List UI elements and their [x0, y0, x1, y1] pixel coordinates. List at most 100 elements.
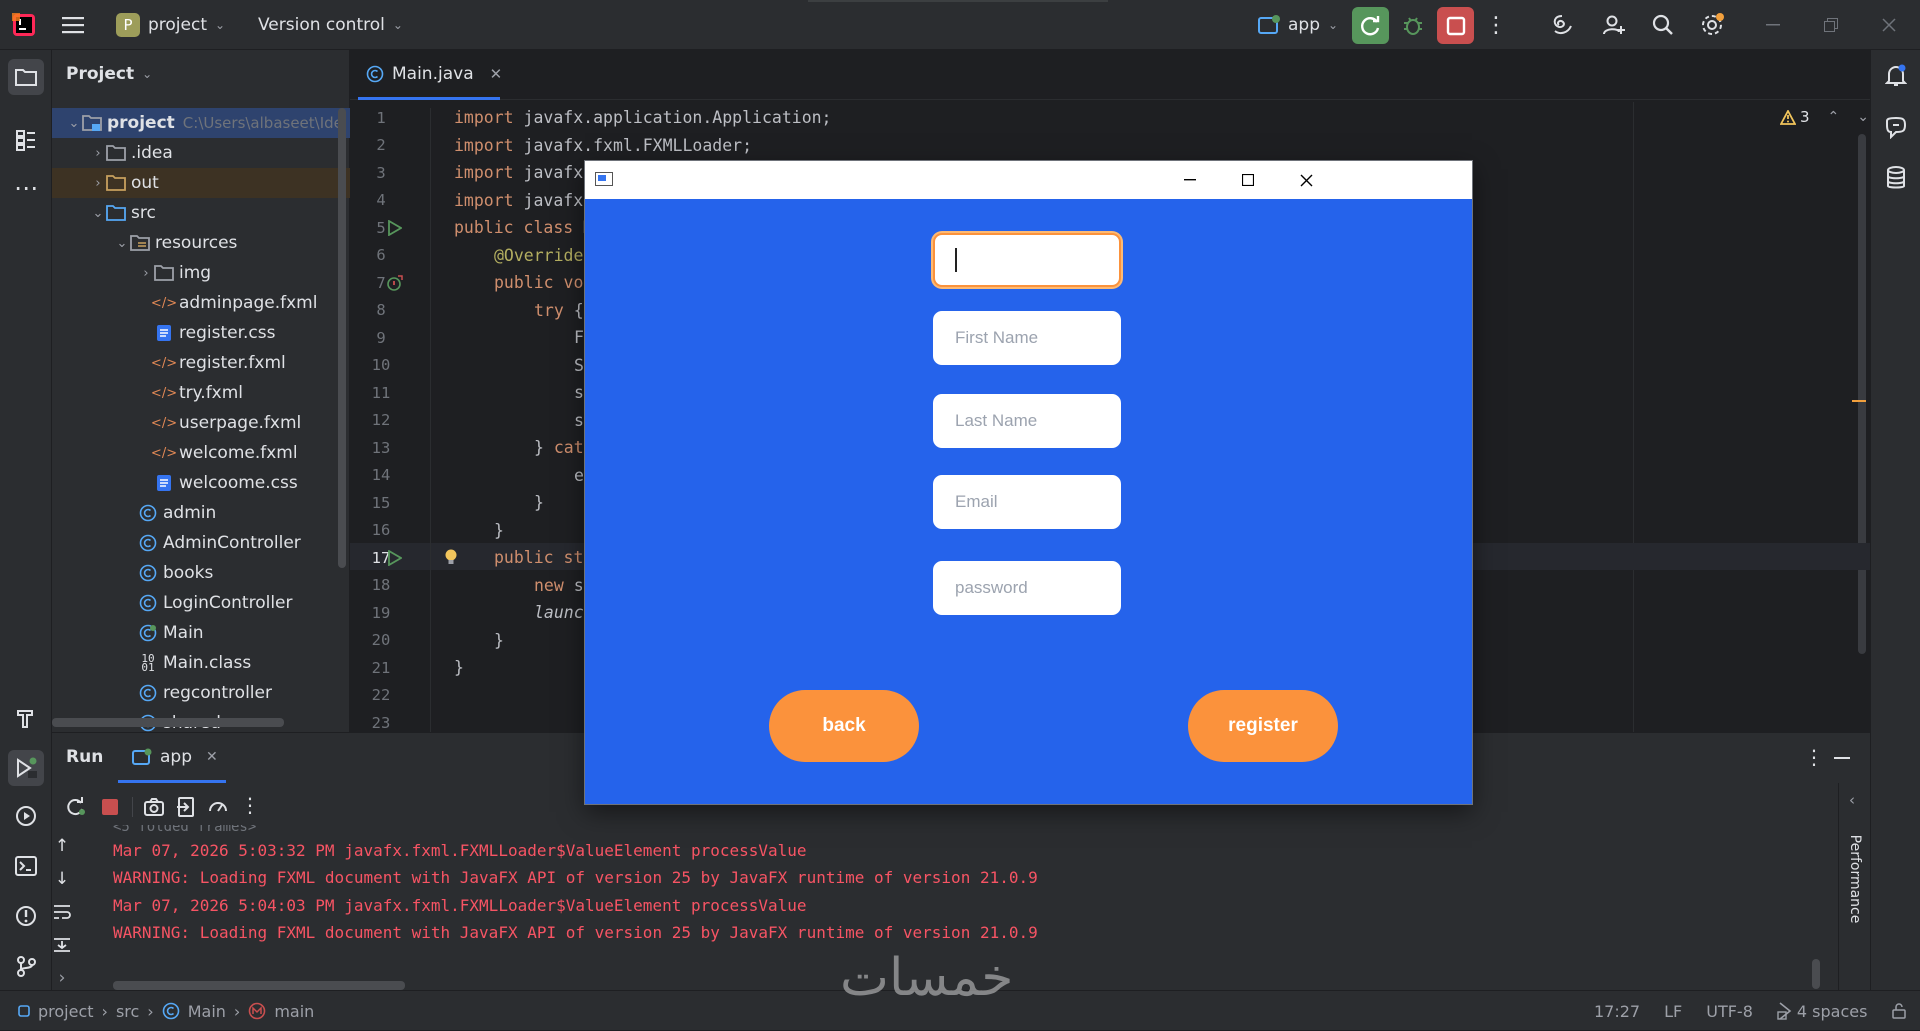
- fx-maximize-icon[interactable]: [1237, 169, 1259, 191]
- version-control-menu[interactable]: Version control ⌄: [258, 12, 403, 38]
- project-folder-icon[interactable]: [8, 59, 44, 95]
- fx-minimize-icon[interactable]: [1179, 169, 1201, 191]
- main-menu-icon[interactable]: [60, 12, 86, 38]
- read-only-lock-icon[interactable]: [1891, 1003, 1907, 1019]
- tree-item-welcome-fxml[interactable]: </> welcome.fxml: [52, 438, 350, 468]
- folded-frames-line[interactable]: <5 folded frames>: [113, 825, 256, 835]
- tree-item-books[interactable]: books: [52, 558, 350, 588]
- git-branch-icon[interactable]: [12, 952, 40, 980]
- console-horizontal-scrollbar[interactable]: [113, 981, 405, 990]
- tree-item-src[interactable]: ⌄ src: [52, 198, 350, 228]
- tree-item-try-fxml[interactable]: </> try.fxml: [52, 378, 350, 408]
- tree-item-resources[interactable]: ⌄ resources: [52, 228, 350, 258]
- folder-icon: [82, 113, 102, 133]
- tree-item-regcontroller[interactable]: regcontroller: [52, 678, 350, 708]
- run-config-name: app: [1288, 15, 1320, 35]
- run-panel-hide-icon[interactable]: [1834, 757, 1850, 759]
- register-button[interactable]: register: [1188, 690, 1338, 762]
- tree-item-userpage-fxml[interactable]: </> userpage.fxml: [52, 408, 350, 438]
- tree-item-idea[interactable]: › . idea: [52, 138, 350, 168]
- fx-window-titlebar[interactable]: [585, 161, 1472, 199]
- caret-position[interactable]: 17:27: [1594, 1002, 1640, 1021]
- breadcrumb-item[interactable]: project: [38, 1002, 94, 1021]
- tree-item-register-css[interactable]: register.css: [52, 318, 350, 348]
- chevron-right-icon[interactable]: ›: [52, 967, 72, 989]
- problems-icon[interactable]: [12, 902, 40, 930]
- run-panel-options-icon[interactable]: ⋮: [1804, 745, 1824, 769]
- add-user-icon[interactable]: [1600, 11, 1628, 39]
- more-tools-icon[interactable]: ⋯: [12, 174, 40, 202]
- email-input[interactable]: Email: [933, 475, 1121, 529]
- file-encoding[interactable]: UTF-8: [1706, 1002, 1753, 1021]
- tree-item-img[interactable]: › img: [52, 258, 350, 288]
- services-icon[interactable]: [12, 802, 40, 830]
- tree-item-label: src: [131, 203, 156, 223]
- stop-button[interactable]: [1437, 7, 1474, 44]
- username-input[interactable]: [933, 233, 1121, 287]
- more-run-actions-icon[interactable]: ⋮: [240, 793, 260, 817]
- window-restore-icon[interactable]: [1820, 14, 1842, 36]
- tree-horizontal-scrollbar[interactable]: [52, 718, 284, 727]
- lightbulb-icon[interactable]: [442, 547, 460, 567]
- tree-item-main-class[interactable]: 10 01 Main.class: [52, 648, 350, 678]
- notifications-bell-icon[interactable]: [1882, 62, 1910, 90]
- intellij-logo-icon[interactable]: [12, 13, 36, 37]
- settings-gear-icon[interactable]: [1698, 11, 1726, 39]
- tree-root-project[interactable]: ⌄ project C:\Users\albaseet\Ide: [52, 108, 350, 138]
- tree-item-admincontroller[interactable]: AdminController: [52, 528, 350, 558]
- build-hammer-icon[interactable]: [12, 704, 40, 732]
- fx-close-icon[interactable]: [1295, 169, 1317, 191]
- performance-side-tab[interactable]: ‹ Performance: [1838, 783, 1870, 991]
- run-tool-icon[interactable]: [8, 750, 44, 786]
- first-name-input[interactable]: First Name: [933, 311, 1121, 365]
- ai-chat-icon[interactable]: [1882, 114, 1910, 142]
- stop-icon[interactable]: [98, 795, 122, 819]
- override-gutter-icon[interactable]: [386, 274, 404, 292]
- tree-item-main[interactable]: Main: [52, 618, 350, 648]
- rerun-icon[interactable]: [64, 795, 88, 819]
- breadcrumb-item[interactable]: Main: [188, 1002, 226, 1021]
- tree-item-register-fxml[interactable]: </> register.fxml: [52, 348, 350, 378]
- scroll-to-end-icon[interactable]: [52, 934, 72, 956]
- run-tab-close-icon[interactable]: ✕: [206, 749, 218, 765]
- line-separator[interactable]: LF: [1664, 1002, 1682, 1021]
- tree-item-adminpage-fxml[interactable]: </> adminpage.fxml: [52, 288, 350, 318]
- scroll-down-arrow-icon[interactable]: ↓: [52, 868, 72, 890]
- console-vertical-scrollbar[interactable]: [1812, 959, 1820, 989]
- camera-icon[interactable]: [142, 795, 166, 819]
- debug-icon[interactable]: [1399, 11, 1427, 39]
- indent-widget[interactable]: 4 spaces: [1777, 1001, 1868, 1021]
- tree-item-welcoome-css[interactable]: welcoome.css: [52, 468, 350, 498]
- chevron-right-icon: ›: [101, 1001, 108, 1021]
- profiler-icon[interactable]: [206, 795, 230, 819]
- soft-wrap-icon[interactable]: [52, 901, 72, 923]
- indent-label: 4 spaces: [1796, 1001, 1868, 1021]
- last-name-input[interactable]: Last Name: [933, 394, 1121, 448]
- rerun-button[interactable]: [1352, 7, 1389, 44]
- tree-vertical-scrollbar[interactable]: [338, 108, 346, 568]
- tree-item-admin[interactable]: admin: [52, 498, 350, 528]
- terminal-icon[interactable]: [12, 852, 40, 880]
- tree-item-logincontroller[interactable]: LoginController: [52, 588, 350, 618]
- breadcrumb-item[interactable]: main: [274, 1002, 314, 1021]
- exit-icon[interactable]: [174, 795, 198, 819]
- tree-item-out[interactable]: › out: [52, 168, 350, 198]
- breadcrumb-item[interactable]: src: [116, 1002, 139, 1021]
- run-config-selector[interactable]: app ⌄: [1258, 12, 1338, 38]
- run-tab-app[interactable]: app ✕: [118, 733, 226, 783]
- structure-icon[interactable]: [12, 126, 40, 154]
- back-button[interactable]: back: [769, 690, 919, 762]
- ai-assistant-icon[interactable]: [1548, 11, 1576, 39]
- database-icon[interactable]: [1882, 164, 1910, 192]
- password-input[interactable]: password: [933, 561, 1121, 615]
- run-gutter-icon[interactable]: [386, 219, 404, 237]
- project-selector[interactable]: P project ⌄: [116, 12, 225, 38]
- scroll-up-arrow-icon[interactable]: ↑: [52, 835, 72, 857]
- app-config-icon: [132, 748, 152, 766]
- window-minimize-icon[interactable]: [1762, 14, 1784, 36]
- run-gutter-icon[interactable]: [386, 549, 404, 567]
- more-actions-icon[interactable]: ⋮: [1485, 11, 1507, 39]
- window-close-icon[interactable]: [1878, 14, 1900, 36]
- search-icon[interactable]: [1649, 11, 1677, 39]
- code-keyword: import: [454, 135, 514, 155]
